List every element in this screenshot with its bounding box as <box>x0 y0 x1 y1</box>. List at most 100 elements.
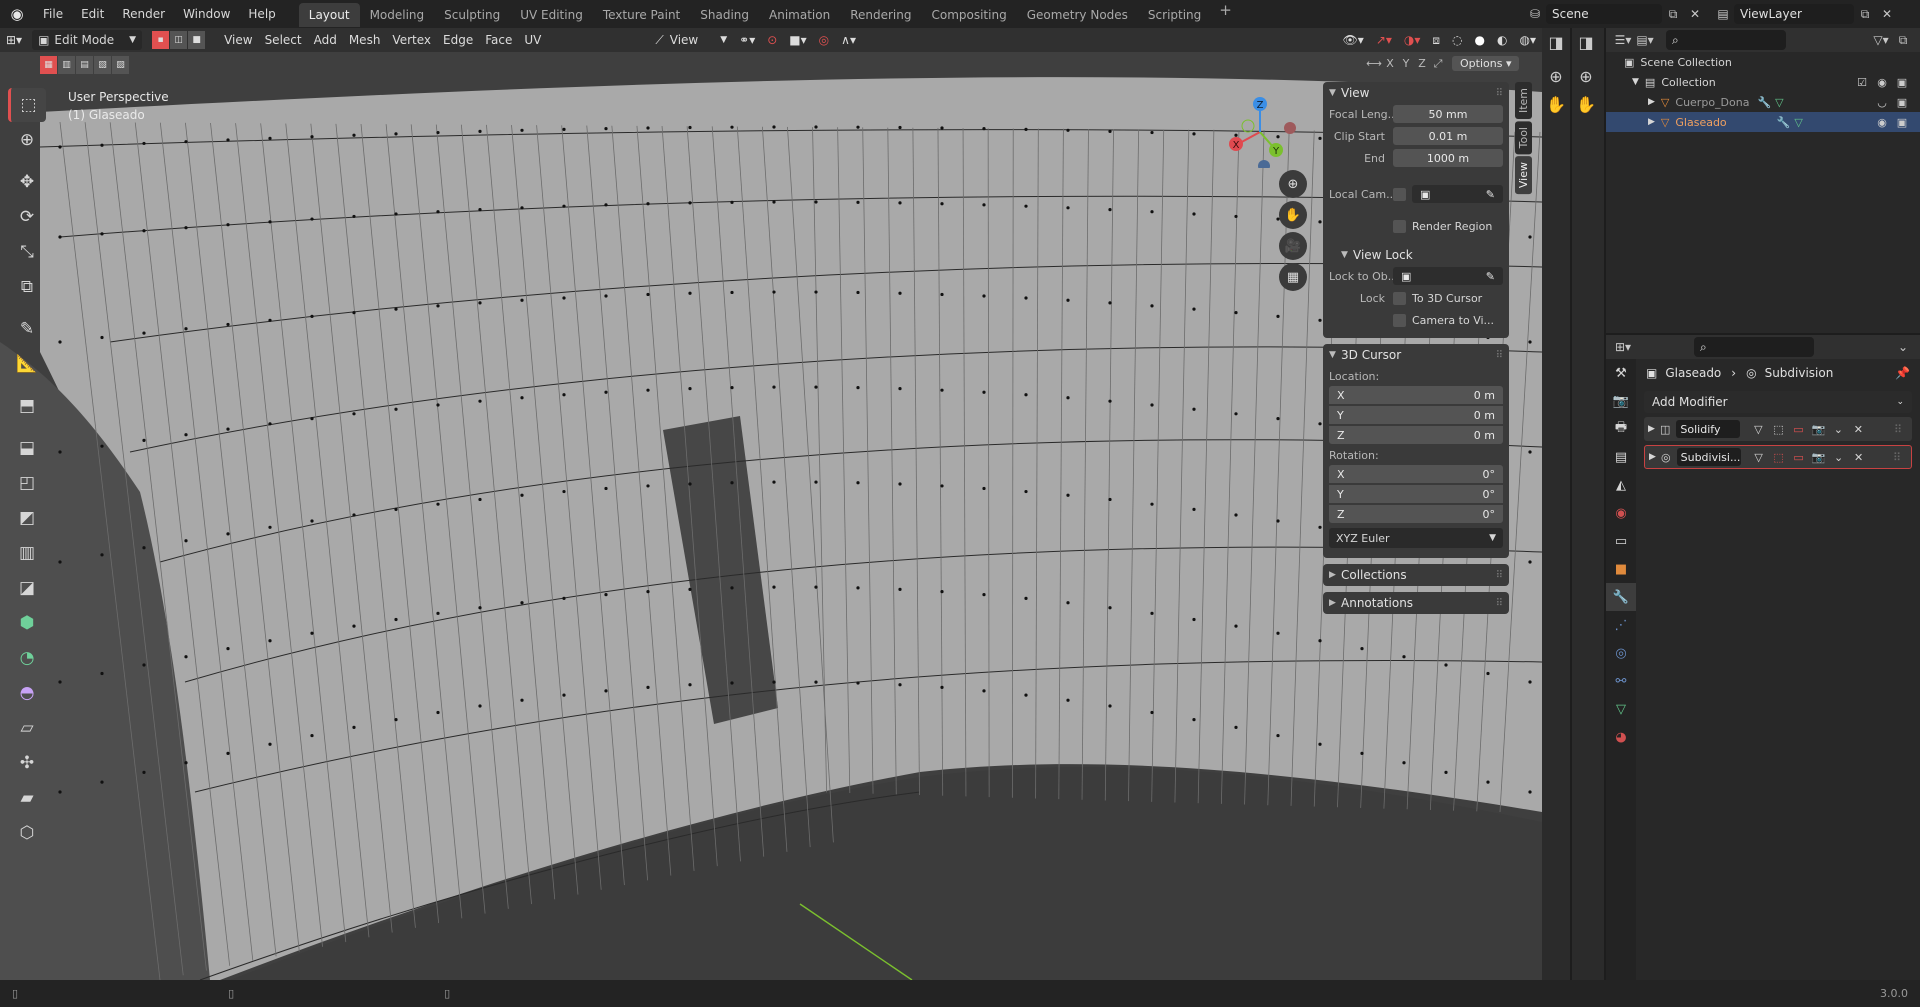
rendered-shading-icon[interactable]: ◍▾ <box>1514 30 1543 50</box>
tab-scripting[interactable]: Scripting <box>1138 3 1211 27</box>
drag-handle-icon[interactable]: ⠿ <box>1496 570 1503 581</box>
remove-scene-icon[interactable]: ✕ <box>1684 4 1706 24</box>
view-layer-tab-icon[interactable]: ▤ <box>1606 443 1636 471</box>
chevron-down-icon[interactable]: ⌄ <box>1828 423 1848 436</box>
scale-tool-icon[interactable]: ⤡ <box>8 235 46 269</box>
close-icon[interactable]: ✕ <box>1849 451 1869 464</box>
axis-x-toggle[interactable]: X <box>1382 57 1398 70</box>
render-region-checkbox[interactable] <box>1393 219 1406 233</box>
annotate-tool-icon[interactable]: ✎ <box>8 312 46 346</box>
tab-view[interactable]: View <box>1515 156 1532 195</box>
mode-selector[interactable]: ▣ Edit Mode ▼ <box>32 30 143 50</box>
menu-help[interactable]: Help <box>239 0 284 28</box>
modifier-solidify[interactable]: ▶ ◫ Solidify ▽ ⬚ ▭ 📷 ⌄ ✕ ⠿ <box>1644 417 1912 441</box>
lock-to-cursor-checkbox[interactable] <box>1393 291 1406 305</box>
render-tab-icon[interactable]: 📷 <box>1606 387 1636 415</box>
editor-type-icon[interactable]: ◨ <box>1572 28 1600 56</box>
tab-compositing[interactable]: Compositing <box>921 3 1016 27</box>
move-tool-icon[interactable]: ✥ <box>8 165 46 199</box>
filter-icon[interactable]: ▽▾ <box>1870 30 1892 50</box>
tab-rendering[interactable]: Rendering <box>840 3 921 27</box>
display-mode-icon[interactable]: ▤▾ <box>1634 30 1656 50</box>
scene-collection-row[interactable]: ▣ Scene Collection <box>1606 52 1920 72</box>
collection-row[interactable]: ▼ ▤ Collection ☑ ◉ ▣ <box>1606 72 1920 92</box>
tab-uv-editing[interactable]: UV Editing <box>510 3 593 27</box>
editor-type-icon[interactable]: ◨ <box>1542 28 1570 56</box>
drag-handle-icon[interactable]: ⠿ <box>1496 598 1503 609</box>
gizmo-neg-x[interactable] <box>1284 122 1296 134</box>
proportional-edit-icon[interactable]: ◎ <box>813 30 835 50</box>
local-camera-checkbox[interactable] <box>1393 187 1406 201</box>
scene-tab-icon[interactable]: ◭ <box>1606 471 1636 499</box>
navigation-gizmo[interactable]: Z X Y <box>1220 88 1300 168</box>
add-workspace-button[interactable]: + <box>1211 1 1240 27</box>
tab-shading[interactable]: Shading <box>690 3 759 27</box>
mirror-icon[interactable]: ⟷ <box>1366 57 1382 70</box>
rotation-mode-dropdown[interactable]: XYZ Euler ▼ <box>1329 528 1503 548</box>
menu-add[interactable]: Add <box>308 30 343 50</box>
properties-search-input[interactable]: ⌕ <box>1694 337 1814 357</box>
axis-z-toggle[interactable]: Z <box>1414 57 1430 70</box>
snap-target-icon[interactable]: ■▾ <box>783 30 812 50</box>
output-tab-icon[interactable]: 🖶 <box>1606 415 1636 443</box>
tab-texture-paint[interactable]: Texture Paint <box>593 3 690 27</box>
menu-vertex[interactable]: Vertex <box>386 30 437 50</box>
menu-edit[interactable]: Edit <box>72 0 113 28</box>
constraints-tab-icon[interactable]: ⚯ <box>1606 667 1636 695</box>
new-scene-icon[interactable]: ⧉ <box>1662 4 1684 24</box>
tab-sculpting[interactable]: Sculpting <box>434 3 510 27</box>
local-camera-field[interactable]: ▣ ✎ <box>1412 185 1503 203</box>
drag-handle-icon[interactable]: ⠿ <box>1887 451 1907 464</box>
exclude-checkbox-icon[interactable]: ☑ <box>1852 76 1872 89</box>
pin-icon[interactable]: 📌 <box>1895 366 1910 380</box>
chevron-right-icon[interactable]: ▶ <box>1648 424 1660 434</box>
render-toggle-icon[interactable]: 📷 <box>1809 451 1829 464</box>
modifier-name-field[interactable]: Solidify <box>1676 420 1741 438</box>
select-subtract-icon[interactable]: ▤ <box>76 56 93 74</box>
zoom-icon[interactable]: ⊕ <box>1572 62 1600 90</box>
particles-tab-icon[interactable]: ⋰ <box>1606 611 1636 639</box>
edit-mode-toggle-icon[interactable]: ⬚ <box>1768 423 1788 436</box>
cursor-location-z[interactable]: Z 0 m <box>1329 426 1503 444</box>
select-extend-icon[interactable]: ▥ <box>58 56 75 74</box>
menu-edge[interactable]: Edge <box>437 30 479 50</box>
scene-field[interactable]: Scene <box>1546 4 1662 24</box>
pan-hand-icon[interactable]: ✋ <box>1279 201 1307 229</box>
transform-orientation-dropdown[interactable]: ⟋ View ▼ <box>649 30 733 50</box>
focal-length-field[interactable]: 50 mm <box>1393 105 1503 123</box>
smooth-tool-icon[interactable]: ◓ <box>8 676 46 710</box>
vertex-select-icon[interactable]: ▪ <box>152 31 170 49</box>
knife-tool-icon[interactable]: ◪ <box>8 571 46 605</box>
rotate-tool-icon[interactable]: ⟳ <box>8 200 46 234</box>
tab-geometry-nodes[interactable]: Geometry Nodes <box>1017 3 1138 27</box>
auto-merge-icon[interactable]: ⤢ <box>1430 57 1446 71</box>
transform-tool-icon[interactable]: ⧉ <box>8 270 46 304</box>
shear-tool-icon[interactable]: ▰ <box>8 781 46 815</box>
rip-tool-icon[interactable]: ⬡ <box>8 816 46 850</box>
loop-cut-tool-icon[interactable]: ▥ <box>8 536 46 570</box>
view-layer-field[interactable]: ViewLayer <box>1734 4 1854 24</box>
menu-render[interactable]: Render <box>113 0 174 28</box>
render-toggle-icon[interactable]: 📷 <box>1808 423 1828 436</box>
shrink-fatten-tool-icon[interactable]: ✣ <box>8 746 46 780</box>
menu-select[interactable]: Select <box>259 30 308 50</box>
view-lock-header[interactable]: ▼ View Lock <box>1323 244 1509 266</box>
pan-hand-icon[interactable]: ✋ <box>1542 90 1570 118</box>
menu-window[interactable]: Window <box>174 0 239 28</box>
menu-mesh[interactable]: Mesh <box>343 30 387 50</box>
cursor-rotation-x[interactable]: X 0° <box>1329 465 1503 483</box>
eye-icon[interactable]: ◉ <box>1872 76 1892 89</box>
pivot-point-icon[interactable]: ⚭▾ <box>733 30 761 50</box>
poly-build-tool-icon[interactable]: ⬢ <box>8 606 46 640</box>
falloff-icon[interactable]: ∧▾ <box>835 30 862 50</box>
chevron-down-icon[interactable]: ⌄ <box>1829 451 1849 464</box>
camera-to-view-checkbox[interactable] <box>1393 313 1406 327</box>
bevel-tool-icon[interactable]: ◩ <box>8 501 46 535</box>
select-invert-icon[interactable]: ▧ <box>94 56 111 74</box>
modifier-subdivision[interactable]: ▶ ◎ Subdivisi... ▽ ⬚ ▭ 📷 ⌄ ✕ ⠿ <box>1644 445 1912 469</box>
xray-icon[interactable]: ⧈ <box>1426 30 1446 50</box>
render-camera-icon[interactable]: ▣ <box>1892 76 1912 89</box>
tool-tab-icon[interactable]: ⚒ <box>1606 359 1636 387</box>
object-tab-icon[interactable]: ■ <box>1606 555 1636 583</box>
mesh-data-tab-icon[interactable]: ▽ <box>1606 695 1636 723</box>
